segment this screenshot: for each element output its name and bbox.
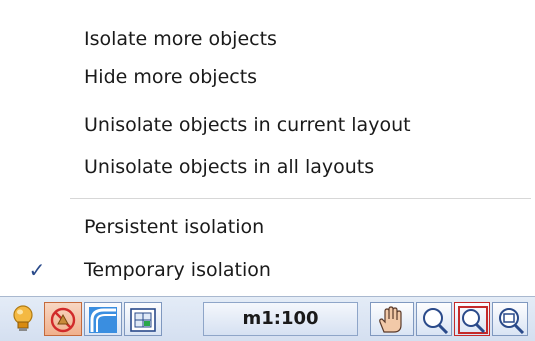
scale-selector[interactable]: m1:100: [203, 302, 358, 336]
menu-separator: [70, 198, 531, 200]
layout-grid-icon: [130, 308, 156, 332]
zoom-button[interactable]: [416, 302, 452, 336]
pan-button[interactable]: [370, 302, 414, 336]
zoom-extents-icon: [499, 308, 525, 334]
menu-item-label: Unisolate objects in all layouts: [84, 156, 375, 178]
menu-item-label: Unisolate objects in current layout: [84, 114, 411, 136]
isolate-objects-icon: [50, 307, 76, 333]
lightbulb-button[interactable]: [4, 302, 42, 336]
menu-item-isolate-more-objects[interactable]: Isolate more objects: [8, 19, 531, 59]
checkmark-icon: ✓: [28, 258, 46, 282]
curve-tool-button[interactable]: [84, 302, 122, 336]
menu-item-hide-more-objects[interactable]: Hide more objects: [8, 57, 531, 97]
menu-item-temporary-isolation[interactable]: ✓ Temporary isolation: [8, 250, 531, 290]
menu-item-unisolate-current-layout[interactable]: Unisolate objects in current layout: [8, 105, 531, 145]
menu-left-margin: [0, 0, 8, 296]
zoom-extents-button[interactable]: [492, 302, 528, 336]
menu-item-label: Isolate more objects: [84, 28, 277, 50]
layout-grid-button[interactable]: [124, 302, 162, 336]
pan-hand-icon: [379, 306, 402, 333]
menu-item-persistent-isolation[interactable]: Persistent isolation: [8, 207, 531, 247]
zoom-icon: [423, 308, 449, 334]
status-bar: m1:100: [0, 296, 535, 341]
menu-item-unisolate-all-layouts[interactable]: Unisolate objects in all layouts: [8, 147, 531, 187]
zoom-window-button[interactable]: [454, 302, 490, 336]
lightbulb-icon: [13, 305, 33, 331]
menu-item-label: Persistent isolation: [84, 216, 265, 238]
zoom-window-icon: [458, 306, 488, 334]
menu-item-label: Hide more objects: [84, 66, 258, 88]
context-menu: Isolate more objects Hide more objects U…: [0, 0, 535, 296]
isolate-objects-button[interactable]: [44, 302, 82, 336]
curve-icon: [89, 307, 117, 333]
menu-item-label: Temporary isolation: [84, 259, 271, 281]
